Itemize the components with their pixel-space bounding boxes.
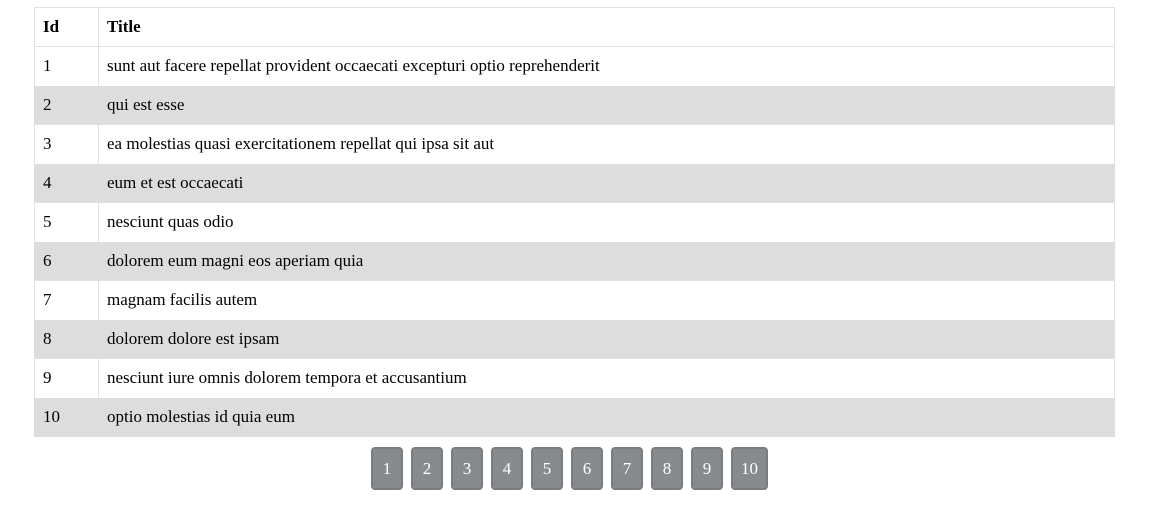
cell-title: nesciunt iure omnis dolorem tempora et a…: [98, 358, 1115, 398]
table-row: 5 nesciunt quas odio: [34, 202, 1115, 242]
table-row: 8 dolorem dolore est ipsam: [34, 319, 1115, 359]
page-button-10[interactable]: 10: [731, 447, 768, 490]
cell-id: 10: [34, 397, 99, 437]
cell-title: eum et est occaecati: [98, 163, 1115, 203]
cell-title: magnam facilis autem: [98, 280, 1115, 320]
table-row: 3 ea molestias quasi exercitationem repe…: [34, 124, 1115, 164]
cell-id: 3: [34, 124, 99, 164]
column-header-id: Id: [34, 7, 99, 47]
column-header-title: Title: [98, 7, 1115, 47]
table-row: 9 nesciunt iure omnis dolorem tempora et…: [34, 358, 1115, 398]
cell-id: 5: [34, 202, 99, 242]
header-row: Id Title: [34, 7, 1115, 47]
cell-title: dolorem dolore est ipsam: [98, 319, 1115, 359]
page-button-4[interactable]: 4: [491, 447, 523, 490]
cell-id: 6: [34, 241, 99, 281]
page-button-9[interactable]: 9: [691, 447, 723, 490]
posts-table-container: Id Title 1 sunt aut facere repellat prov…: [34, 7, 1115, 437]
table-row: 1 sunt aut facere repellat provident occ…: [34, 46, 1115, 86]
table-row: 10 optio molestias id quia eum: [34, 397, 1115, 437]
page-button-6[interactable]: 6: [571, 447, 603, 490]
cell-title: ea molestias quasi exercitationem repell…: [98, 124, 1115, 164]
table-row: 2 qui est esse: [34, 85, 1115, 125]
page-button-1[interactable]: 1: [371, 447, 403, 490]
page-button-5[interactable]: 5: [531, 447, 563, 490]
pagination: 1 2 3 4 5 6 7 8 9 10: [0, 447, 1139, 490]
table-header: Id Title: [34, 7, 1115, 47]
page-button-2[interactable]: 2: [411, 447, 443, 490]
cell-title: nesciunt quas odio: [98, 202, 1115, 242]
table-row: 6 dolorem eum magni eos aperiam quia: [34, 241, 1115, 281]
cell-id: 1: [34, 46, 99, 86]
cell-title: sunt aut facere repellat provident occae…: [98, 46, 1115, 86]
cell-title: optio molestias id quia eum: [98, 397, 1115, 437]
table-body: 1 sunt aut facere repellat provident occ…: [34, 46, 1115, 437]
cell-id: 2: [34, 85, 99, 125]
cell-title: qui est esse: [98, 85, 1115, 125]
cell-id: 8: [34, 319, 99, 359]
table-row: 4 eum et est occaecati: [34, 163, 1115, 203]
page-button-7[interactable]: 7: [611, 447, 643, 490]
cell-id: 9: [34, 358, 99, 398]
page-button-8[interactable]: 8: [651, 447, 683, 490]
cell-id: 4: [34, 163, 99, 203]
cell-id: 7: [34, 280, 99, 320]
page-button-3[interactable]: 3: [451, 447, 483, 490]
posts-table: Id Title 1 sunt aut facere repellat prov…: [34, 7, 1115, 437]
table-row: 7 magnam facilis autem: [34, 280, 1115, 320]
cell-title: dolorem eum magni eos aperiam quia: [98, 241, 1115, 281]
